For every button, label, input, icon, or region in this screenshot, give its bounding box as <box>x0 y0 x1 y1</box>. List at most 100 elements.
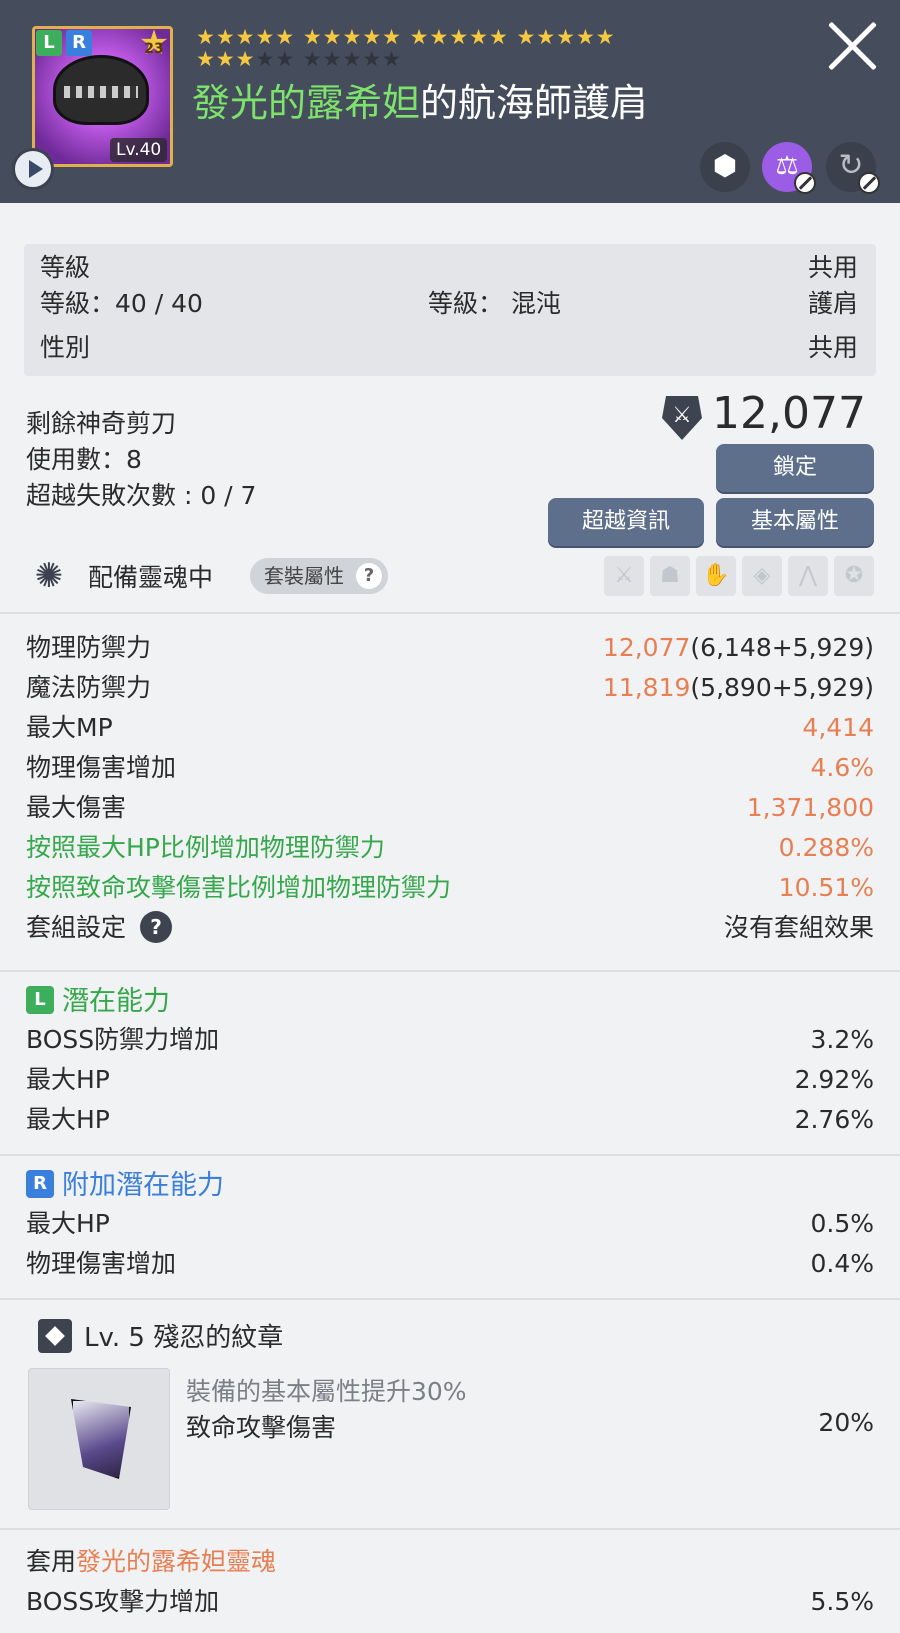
star-icon: ★ <box>215 25 236 49</box>
star-icon: ★ <box>255 25 276 49</box>
additional-line: 最大HP 0.5% <box>26 1204 874 1244</box>
emblem-stat-value: 20% <box>818 1408 874 1437</box>
stat-row: 物理傷害增加 4.6% <box>26 748 874 788</box>
set-effect-key: 套組設定? <box>26 908 173 948</box>
help-icon[interactable]: ? <box>140 911 173 943</box>
star-icon: ★ <box>196 25 216 49</box>
star-icon: ★ <box>275 47 296 71</box>
item-title-set-name: 發光的露希妲 <box>192 81 421 125</box>
potential-value: 2.92% <box>794 1065 874 1094</box>
helmet-slot-icon: ☗ <box>650 556 690 596</box>
stat-key: 魔法防禦力 <box>26 673 152 702</box>
emblem-description: 裝備的基本屬性提升30% <box>186 1377 467 1406</box>
additional-grade-badge: R <box>66 30 92 56</box>
stat-row: 物理防禦力 12,077(6,148+5,929) <box>26 628 874 668</box>
help-icon[interactable]: ? <box>356 563 382 589</box>
basic-attributes-button[interactable]: 基本屬性 <box>716 498 874 546</box>
stat-key: 物理傷害增加 <box>26 753 177 782</box>
starforce-count: 23 <box>144 41 164 57</box>
potential-grade-badge: L <box>36 30 62 56</box>
combat-power-value: 12,077 <box>712 388 866 439</box>
star-icon: ★ <box>342 47 363 71</box>
item-title: 發光的露希妲的航海師護肩 <box>192 72 648 127</box>
stat-value: 11,819(5,890+5,929) <box>602 673 874 702</box>
stat-row: 最大MP 4,414 <box>26 708 874 748</box>
stat-row: 按照最大HP比例增加物理防禦力 0.288% <box>26 828 874 868</box>
uses-count: 使用數：8 <box>26 445 142 474</box>
additional-key: 物理傷害增加 <box>26 1249 177 1278</box>
not-allowed-icon <box>794 172 816 194</box>
close-icon[interactable] <box>826 20 878 72</box>
set-attributes-pill[interactable]: 套裝屬性 ? <box>250 558 388 594</box>
additional-potential-title: 附加潛在能力 <box>62 1170 224 1201</box>
grade-value: 等級： 混沌 <box>428 289 561 318</box>
level-label: 等級 <box>40 253 91 282</box>
star-icon: ★ <box>536 25 557 49</box>
potential-line: 最大HP 2.76% <box>26 1100 874 1140</box>
stat-key: 最大傷害 <box>26 793 127 822</box>
upgrade-info: 剩餘神奇剪刀 使用數：8 超越失敗次數 : 0 / 7 <box>26 406 256 514</box>
star-icon: ★ <box>409 25 430 49</box>
divider <box>0 612 900 614</box>
potential-value: 3.2% <box>810 1025 874 1054</box>
lock-button[interactable]: 鎖定 <box>716 444 874 492</box>
stat-row: 按照致命攻擊傷害比例增加物理防禦力 10.51% <box>26 868 874 908</box>
stat-value: 12,077(6,148+5,929) <box>602 633 874 662</box>
trade-scale-icon[interactable]: ⚖ <box>762 142 816 194</box>
soul-stat-key: BOSS攻擊力增加 <box>26 1587 220 1616</box>
soul-apply-text: 套用發光的露希妲靈魂 <box>26 1547 277 1576</box>
additional-key: 最大HP <box>26 1209 110 1238</box>
star-icon: ★ <box>556 25 576 49</box>
item-type-value: 護肩 <box>807 289 858 318</box>
level-value: 等級：40 / 40 <box>40 289 203 318</box>
stat-value: 0.288% <box>778 833 874 862</box>
transcend-fail-count: 超越失敗次數 : 0 / 7 <box>26 481 257 510</box>
soul-icon: ✺ <box>34 556 64 596</box>
hand-slot-icon: ✋ <box>696 556 736 596</box>
potential-key: BOSS防禦力增加 <box>26 1025 220 1054</box>
potential-header: L 潛在能力 <box>26 982 170 1022</box>
item-header: L R ★ 23 Lv.40 ★★★★★ ★★★★★ ★★★★★ ★★★★★ ★★★… <box>0 0 900 203</box>
star-icon: ★ <box>255 47 276 71</box>
boots-slot-icon: ⋀ <box>788 556 828 596</box>
diamond-icon <box>38 1318 72 1353</box>
item-title-name: 的航海師護肩 <box>420 81 649 125</box>
star-icon: ★ <box>196 47 216 71</box>
star-icon: ★ <box>302 47 323 71</box>
soul-stat-value: 5.5% <box>810 1587 874 1616</box>
transcend-info-button[interactable]: 超越資訊 <box>548 498 704 546</box>
star-icon: ★ <box>488 25 509 49</box>
potential-value: 2.76% <box>794 1105 874 1134</box>
divider <box>0 1298 900 1300</box>
transfer-cycle-icon[interactable]: ↻ <box>826 142 880 194</box>
potential-key: 最大HP <box>26 1105 110 1134</box>
stat-value: 1,371,800 <box>746 793 874 822</box>
star-icon: ★ <box>235 47 256 71</box>
stat-key: 物理防禦力 <box>26 633 152 662</box>
combat-power-icon: ⚔ <box>662 396 702 440</box>
star-icon: ★ <box>469 25 489 49</box>
star-icon: ★ <box>429 25 450 49</box>
emblem-stat-key: 致命攻擊傷害 <box>186 1413 337 1442</box>
set-attributes-label: 套裝屬性 <box>264 564 344 588</box>
star-icon: ★ <box>449 25 470 49</box>
star-icon: ★ <box>382 25 402 49</box>
divider <box>0 1154 900 1156</box>
star-icon: ★ <box>322 25 343 49</box>
soul-status: 配備靈魂中 <box>88 563 214 592</box>
stat-row: 最大傷害 1,371,800 <box>26 788 874 828</box>
potential-line: 最大HP 2.92% <box>26 1060 874 1100</box>
stat-row: 魔法防禦力 11,819(5,890+5,929) <box>26 668 874 708</box>
emblem-header: Lv. 5 殘忍的紋章 <box>38 1318 283 1358</box>
play-icon[interactable] <box>12 148 54 190</box>
additional-value: 0.4% <box>810 1249 874 1278</box>
star-icon: ★ <box>235 25 256 49</box>
stat-value: 4,414 <box>802 713 874 742</box>
star-icon: ★ <box>382 47 402 71</box>
star-icon: ★ <box>215 47 236 71</box>
emblem-image <box>28 1368 170 1510</box>
additional-grade-mark: R <box>26 1169 54 1198</box>
share-box-icon[interactable]: ⬢ <box>700 142 750 192</box>
star-icon: ★ <box>275 25 296 49</box>
potential-key: 最大HP <box>26 1065 110 1094</box>
